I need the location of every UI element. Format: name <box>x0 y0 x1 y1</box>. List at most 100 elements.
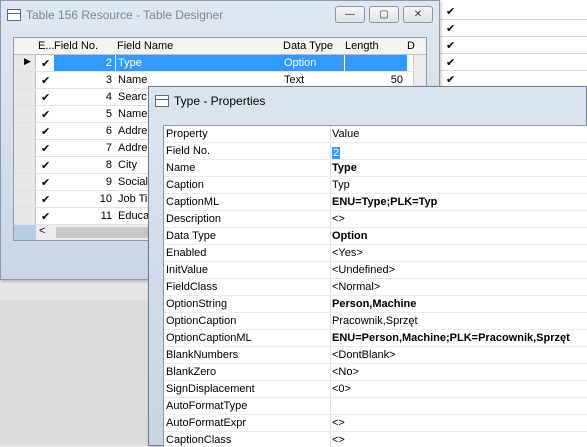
row-selector[interactable] <box>14 89 36 105</box>
property-value[interactable]: <No> <box>332 366 359 378</box>
table-icon <box>7 9 21 21</box>
property-name: FieldClass <box>166 281 218 293</box>
property-value[interactable]: <Normal> <box>332 281 380 293</box>
property-value[interactable]: <DontBlank> <box>332 349 396 361</box>
property-name: Data Type <box>166 230 216 242</box>
data-type-cell[interactable]: Text <box>284 74 304 86</box>
length-cell[interactable]: 50 <box>391 74 403 86</box>
property-value[interactable]: ENU=Type;PLK=Typ <box>332 196 437 208</box>
property-row[interactable]: Enabled <Yes> <box>164 245 587 262</box>
row-selector[interactable] <box>14 106 36 122</box>
edit-cursor-value[interactable]: 2 <box>332 147 341 159</box>
background-panel-lower <box>0 300 150 446</box>
property-row[interactable]: Name Type <box>164 160 587 177</box>
property-name: Description <box>166 213 222 225</box>
maximize-button[interactable]: ▢ <box>369 6 399 23</box>
table-row[interactable]: ▶ ✔ 2 Type Option <box>14 55 418 72</box>
property-value[interactable]: Option <box>332 230 367 242</box>
property-row[interactable]: AutoFormatType <box>164 398 587 415</box>
property-row[interactable]: BlankZero <No> <box>164 364 587 381</box>
property-row[interactable]: CaptionML ENU=Type;PLK=Typ <box>164 194 587 211</box>
field-no-cell[interactable]: 10 <box>100 193 112 205</box>
properties-window[interactable]: Type - Properties Property Value Field N… <box>148 86 587 447</box>
background-row: ✔ <box>440 37 587 54</box>
property-value[interactable]: Person,Machine <box>332 298 416 310</box>
enabled-check-icon[interactable]: ✔ <box>41 176 50 189</box>
property-value[interactable]: Pracownik,Sprzęt <box>332 315 418 327</box>
minimize-button[interactable]: — <box>335 6 365 23</box>
property-value[interactable]: Typ <box>332 179 350 191</box>
property-row[interactable]: Field No. 2 <box>164 143 587 160</box>
property-value[interactable]: <Undefined> <box>332 264 395 276</box>
field-no-cell[interactable]: 5 <box>106 108 112 120</box>
enabled-check-icon[interactable]: ✔ <box>41 57 50 70</box>
property-row[interactable]: InitValue <Undefined> <box>164 262 587 279</box>
field-name-cell[interactable]: Name <box>118 74 278 86</box>
property-row[interactable]: FieldClass <Normal> <box>164 279 587 296</box>
field-no-cell[interactable]: 9 <box>106 176 112 188</box>
enabled-check-icon[interactable]: ✔ <box>41 210 50 223</box>
enabled-check-icon[interactable]: ✔ <box>41 125 50 138</box>
property-value[interactable]: <> <box>332 434 345 446</box>
field-no-cell[interactable]: 8 <box>106 159 112 171</box>
col-length-header[interactable]: Length <box>345 40 379 52</box>
property-value[interactable]: <Yes> <box>332 247 363 259</box>
enabled-check-icon[interactable]: ✔ <box>41 142 50 155</box>
row-selector[interactable] <box>14 174 36 190</box>
row-selector[interactable] <box>14 157 36 173</box>
property-row[interactable]: OptionString Person,Machine <box>164 296 587 313</box>
col-datatype-header[interactable]: Data Type <box>283 40 333 52</box>
enabled-check-icon[interactable]: ✔ <box>41 108 50 121</box>
enabled-check-icon[interactable]: ✔ <box>41 159 50 172</box>
properties-grid[interactable]: Property Value Field No. 2 Name Type Caption… <box>163 125 587 447</box>
field-no-cell[interactable]: 4 <box>106 91 112 103</box>
background-row: ✔ <box>440 3 587 20</box>
col-fieldname-header[interactable]: Field Name <box>117 40 173 52</box>
row-selector[interactable] <box>14 191 36 207</box>
col-description-header[interactable]: D <box>407 40 415 52</box>
field-no-cell[interactable]: 3 <box>106 74 112 86</box>
designer-titlebar[interactable]: Table 156 Resource - Table Designer — ▢ … <box>1 1 439 29</box>
col-enabled-header[interactable]: E... <box>38 40 55 52</box>
field-name-cell[interactable]: Type <box>118 57 278 69</box>
field-no-cell[interactable]: 11 <box>101 210 112 222</box>
property-name: InitValue <box>166 264 208 276</box>
property-row[interactable]: BlankNumbers <DontBlank> <box>164 347 587 364</box>
row-selector[interactable] <box>14 140 36 156</box>
properties-title: Type - Properties <box>174 94 266 108</box>
property-value[interactable]: ENU=Person,Machine;PLK=Pracownik,Sprzęt <box>332 332 570 344</box>
data-type-cell[interactable]: Option <box>284 57 316 69</box>
row-selector[interactable] <box>14 72 36 88</box>
enabled-check-icon[interactable]: ✔ <box>41 74 50 87</box>
property-row[interactable]: Description <> <box>164 211 587 228</box>
enabled-check-icon[interactable]: ✔ <box>41 91 50 104</box>
property-name: Field No. <box>166 145 211 157</box>
col-fieldno-header[interactable]: Field No. <box>54 40 98 52</box>
property-row[interactable]: Data Type Option <box>164 228 587 245</box>
field-no-cell[interactable]: 6 <box>106 125 112 137</box>
property-row[interactable]: OptionCaption Pracownik,Sprzęt <box>164 313 587 330</box>
selected-cell-length <box>345 55 407 71</box>
row-selector[interactable] <box>14 123 36 139</box>
close-button[interactable]: ✕ <box>403 6 433 23</box>
field-no-cell[interactable]: 7 <box>106 142 112 154</box>
properties-header: Property Value <box>164 126 587 143</box>
scroll-left-arrow[interactable]: < <box>39 225 45 237</box>
property-name: Caption <box>166 179 204 191</box>
property-value[interactable]: <> <box>332 417 345 429</box>
property-row[interactable]: AutoFormatExpr <> <box>164 415 587 432</box>
background-row: ✔ <box>440 20 587 37</box>
property-value[interactable]: <0> <box>332 383 351 395</box>
property-value[interactable]: <> <box>332 213 345 225</box>
property-value[interactable]: Type <box>332 162 357 174</box>
row-selector[interactable] <box>14 208 36 224</box>
property-row[interactable]: SignDisplacement <0> <box>164 381 587 398</box>
field-no-cell[interactable]: 2 <box>106 57 112 69</box>
property-name: OptionString <box>166 298 228 310</box>
properties-titlebar[interactable]: Type - Properties <box>149 87 586 115</box>
property-row[interactable]: OptionCaptionML ENU=Person,Machine;PLK=Pr… <box>164 330 587 347</box>
property-row[interactable]: Caption Typ <box>164 177 587 194</box>
check-icon: ✔ <box>446 23 456 35</box>
enabled-check-icon[interactable]: ✔ <box>41 193 50 206</box>
property-row[interactable]: CaptionClass <> <box>164 432 587 447</box>
